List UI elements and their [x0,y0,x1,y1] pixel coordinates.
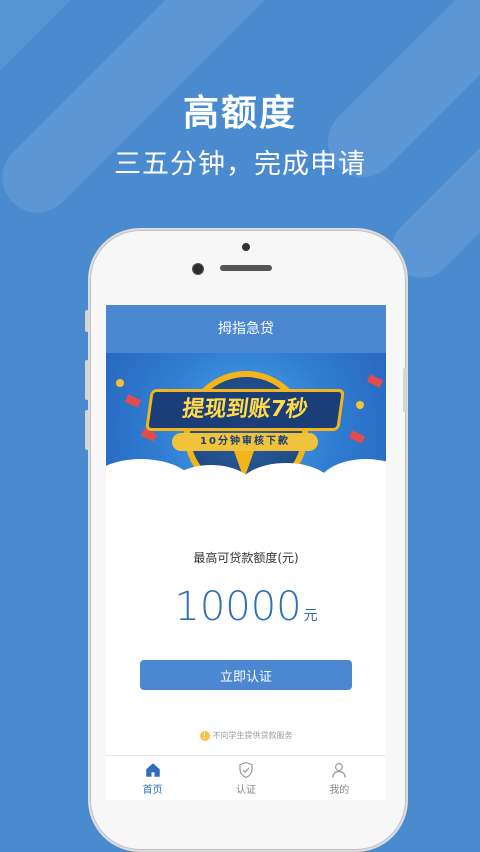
front-camera [192,263,204,275]
money-decoration [348,430,366,444]
info-icon: ! [199,730,210,741]
money-decoration [366,374,384,388]
phone-sensor [242,243,250,251]
app-screen: 拇指急贷 提现到账7秒 10分钟审核下款 最高可贷款额度(元) 10000 元 立… [106,305,386,800]
app-header: 拇指急贷 [106,305,386,353]
tab-home[interactable]: 首页 [113,761,193,796]
tab-label: 首页 [142,784,163,796]
coin-decoration [116,379,124,387]
hero-title: 高额度 [182,93,297,134]
hero-subtitle: 三五分钟，完成申请 [114,149,366,180]
banner-title: 提现到账7秒 [145,389,345,431]
money-decoration [124,394,142,408]
user-icon [332,762,347,778]
shield-check-icon [239,761,253,778]
phone-speaker [220,265,272,271]
tab-label: 我的 [329,784,350,796]
banner-subtitle: 10分钟审核下款 [172,433,318,451]
loan-limit-label: 最高可贷款额度(元) [193,551,299,565]
loan-limit-unit: 元 [303,608,318,624]
tab-verify[interactable]: 认证 [206,761,286,796]
loan-limit-amount: 10000 元 [106,584,386,630]
cloud-decoration [316,459,386,493]
notice-text: 不向学生提供贷款服务 [212,731,293,740]
coin-decoration [356,401,364,409]
tab-mine[interactable]: 我的 [299,761,379,796]
home-icon [145,762,160,777]
student-notice: ! 不向学生提供贷款服务 [106,730,386,741]
verify-now-button[interactable]: 立即认证 [140,660,352,690]
phone-side-button [85,360,89,400]
phone-side-button [85,310,89,332]
tab-label: 认证 [235,784,256,796]
promo-banner[interactable]: 提现到账7秒 10分钟审核下款 [106,353,386,493]
bottom-tab-bar: 首页 认证 我的 [106,755,386,800]
phone-side-button [85,410,89,450]
loan-limit-value: 10000 [174,584,302,630]
phone-side-button [403,368,407,412]
